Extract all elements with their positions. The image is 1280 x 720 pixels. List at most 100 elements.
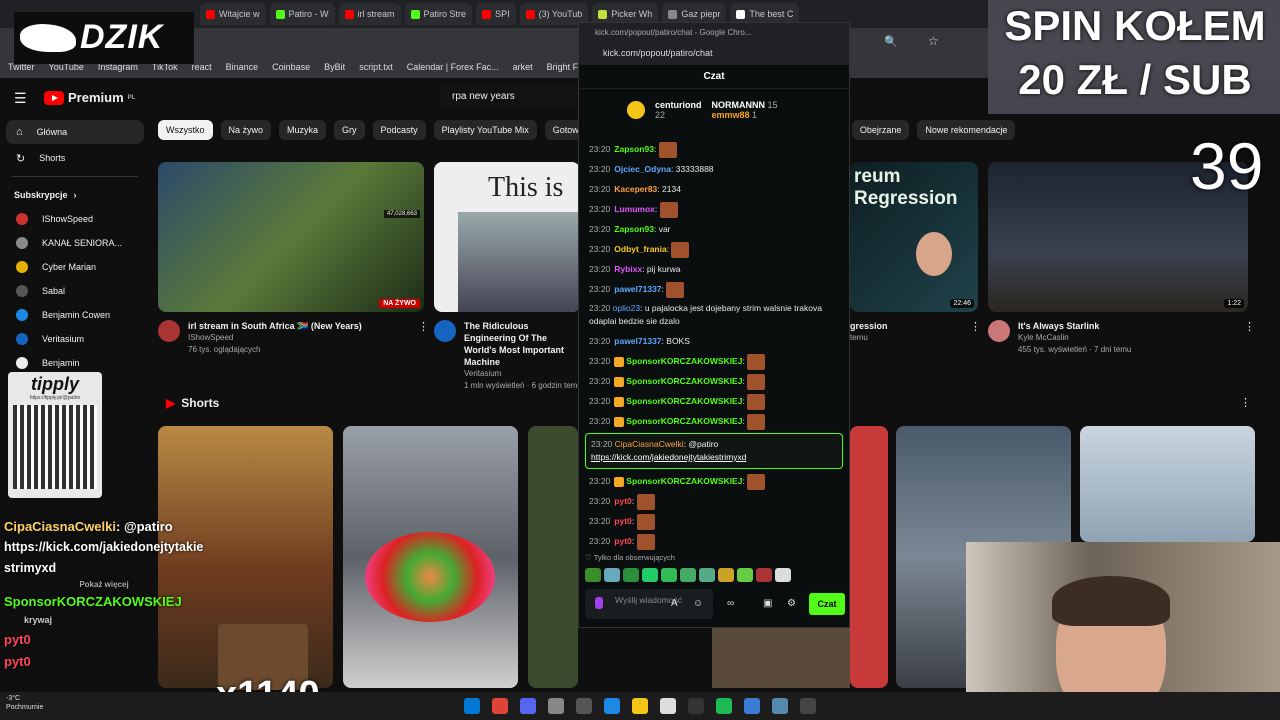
taskbar-app-icon[interactable]: [632, 698, 648, 714]
quick-emote-icon[interactable]: [699, 568, 715, 582]
short-thumbnail[interactable]: [343, 426, 518, 688]
filter-chip[interactable]: Nowe rekomendacje: [917, 120, 1016, 140]
video-card-info[interactable]: gression temu: [850, 320, 978, 344]
video-thumbnail[interactable]: 47,028,663 NA ŻYWO: [158, 162, 424, 312]
sidebar-item-subscription[interactable]: KANAŁ SENIORA...: [0, 231, 150, 255]
taskbar-app-icon[interactable]: [716, 698, 732, 714]
sidebar-item-shorts[interactable]: ↻ Shorts: [0, 146, 150, 170]
filter-chip[interactable]: Wszystko: [158, 120, 213, 140]
message-user[interactable]: Rybixx: [614, 264, 642, 274]
message-link[interactable]: https://kick.com/jakiedonejtytakiestrimy…: [591, 452, 746, 462]
quick-emote-icon[interactable]: [775, 568, 791, 582]
leaderboard-name[interactable]: emmw88: [712, 110, 750, 120]
taskbar-app-icon[interactable]: [688, 698, 704, 714]
message-user[interactable]: Zapson93: [614, 144, 654, 154]
quick-emote-icon[interactable]: [623, 568, 639, 582]
sidebar-item-home[interactable]: ⌂ Główna: [6, 120, 144, 144]
message-user[interactable]: pyt0: [614, 496, 631, 506]
video-card-info[interactable]: irl stream in South Africa 🇿🇦 (New Years…: [158, 320, 424, 356]
video-title[interactable]: The Ridiculous Engineering Of The World'…: [464, 320, 580, 368]
filter-chip[interactable]: Gry: [334, 120, 365, 140]
bookmark-item[interactable]: arket: [513, 62, 533, 72]
video-thumbnail[interactable]: reum Regression 22:46: [850, 162, 978, 312]
message-user[interactable]: Kaceper83: [614, 184, 657, 194]
message-user[interactable]: pyt0: [614, 516, 631, 526]
search-input[interactable]: rpa new years: [440, 86, 580, 108]
short-thumbnail[interactable]: [1080, 426, 1255, 542]
translate-icon[interactable]: A: [671, 598, 678, 609]
message-user[interactable]: Odbyt_frania: [614, 244, 666, 254]
sidebar-item-subscription[interactable]: Cyber Marian: [0, 255, 150, 279]
channel-name[interactable]: Kyle McCaslin: [1018, 332, 1131, 344]
quick-emote-icon[interactable]: [585, 568, 601, 582]
browser-tab[interactable]: irl stream: [338, 3, 401, 25]
sidebar-subscriptions-header[interactable]: Subskrypcje ›: [0, 183, 150, 207]
message-user[interactable]: pawel71337: [614, 284, 661, 294]
bookmark-item[interactable]: script.txt: [359, 62, 393, 72]
leaderboard-name[interactable]: centuriond: [655, 100, 702, 110]
taskbar-app-icon[interactable]: [744, 698, 760, 714]
bookmark-item[interactable]: Binance: [226, 62, 259, 72]
menu-icon[interactable]: ☰: [14, 90, 27, 107]
kick-url-bar[interactable]: kick.com/popout/patiro/chat: [579, 41, 849, 65]
quick-emote-icon[interactable]: [756, 568, 772, 582]
message-user[interactable]: SponsorKORCZAKOWSKIEJ: [626, 476, 742, 486]
bookmark-item[interactable]: react: [192, 62, 212, 72]
quick-emote-icon[interactable]: [718, 568, 734, 582]
browser-tab[interactable]: Witajcie w: [200, 3, 266, 25]
video-thumbnail[interactable]: This is: [434, 162, 580, 312]
emoji-icon[interactable]: ☺: [693, 598, 703, 609]
message-user[interactable]: SponsorKORCZAKOWSKIEJ: [626, 396, 742, 406]
browser-tab[interactable]: Patiro Stre: [404, 3, 473, 25]
zoom-icon[interactable]: 🔍: [884, 35, 898, 48]
channel-name[interactable]: IShowSpeed: [188, 332, 362, 344]
channel-name[interactable]: Veritasium: [464, 368, 580, 380]
quick-emote-icon[interactable]: [661, 568, 677, 582]
taskbar-app-icon[interactable]: [464, 698, 480, 714]
sidebar-item-subscription[interactable]: IShowSpeed: [0, 207, 150, 231]
filter-chip[interactable]: Na żywo: [220, 120, 272, 140]
taskbar-app-icon[interactable]: [492, 698, 508, 714]
bookmark-item[interactable]: Calendar | Forex Fac...: [407, 62, 499, 72]
filter-chip[interactable]: Playlisty YouTube Mix: [433, 120, 537, 140]
message-user[interactable]: SponsorKORCZAKOWSKIEJ: [626, 356, 742, 366]
short-thumbnail[interactable]: [528, 426, 578, 688]
quick-emote-icon[interactable]: [680, 568, 696, 582]
filter-chip[interactable]: Podcasty: [372, 120, 426, 140]
more-options-icon[interactable]: ⋮: [418, 320, 429, 333]
taskbar-app-icon[interactable]: [576, 698, 592, 714]
quick-emote-icon[interactable]: [604, 568, 620, 582]
more-options-icon[interactable]: ⋮: [1244, 320, 1255, 333]
filter-chip[interactable]: Obejrzane: [851, 120, 910, 140]
more-options-icon[interactable]: ⋮: [970, 320, 981, 333]
message-user[interactable]: SponsorKORCZAKOWSKIEJ: [626, 376, 742, 386]
taskbar-app-icon[interactable]: [604, 698, 620, 714]
youtube-logo[interactable]: Premium PL: [44, 90, 135, 105]
sidebar-item-subscription[interactable]: Sabal: [0, 279, 150, 303]
taskbar-app-icon[interactable]: [548, 698, 564, 714]
message-user[interactable]: pyt0: [614, 536, 631, 546]
bookmark-item[interactable]: Coinbase: [272, 62, 310, 72]
filter-chip[interactable]: Muzyka: [279, 120, 327, 140]
message-user[interactable]: Zapson93: [614, 224, 654, 234]
short-thumbnail-partial[interactable]: [712, 628, 850, 688]
weather-widget[interactable]: -3°C Pochmurnie: [6, 694, 43, 712]
message-user[interactable]: CipaCiasnaCwelki: [615, 439, 684, 449]
bookmark-star-icon[interactable]: ☆: [928, 34, 939, 48]
quick-emote-icon[interactable]: [737, 568, 753, 582]
video-card-info[interactable]: It's Always Starlink Kyle McCaslin 455 t…: [988, 320, 1248, 356]
message-user[interactable]: Lumumox: [614, 204, 655, 214]
taskbar-app-icon[interactable]: [800, 698, 816, 714]
sidebar-item-subscription[interactable]: Veritasium: [0, 327, 150, 351]
video-title[interactable]: It's Always Starlink: [1018, 320, 1131, 332]
leaderboard-name[interactable]: NORMANNN: [712, 100, 766, 110]
browser-tab[interactable]: Patiro - W: [269, 3, 335, 25]
video-title[interactable]: gression: [850, 320, 978, 332]
browser-tab[interactable]: SPI: [476, 3, 516, 25]
gift-icon[interactable]: ▣: [763, 598, 772, 609]
settings-icon[interactable]: ⚙: [787, 598, 796, 609]
taskbar-app-icon[interactable]: [660, 698, 676, 714]
quick-emote-icon[interactable]: [642, 568, 658, 582]
users-icon[interactable]: ∞: [727, 598, 734, 609]
message-user[interactable]: SponsorKORCZAKOWSKIEJ: [626, 416, 742, 426]
